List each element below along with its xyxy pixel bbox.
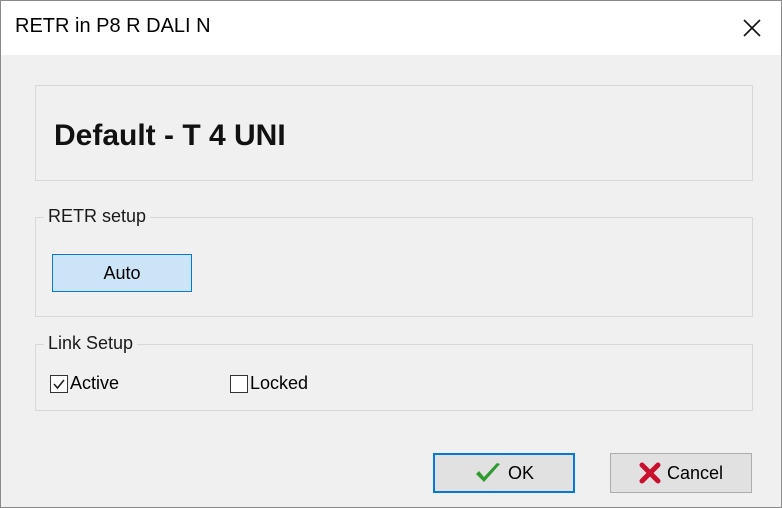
dialog-client-area: Default - T 4 UNI RETR setup Auto Link S… bbox=[1, 55, 781, 507]
cancel-button[interactable]: Cancel bbox=[610, 453, 752, 493]
retr-setup-legend: RETR setup bbox=[44, 206, 151, 227]
active-checkbox-box[interactable] bbox=[50, 374, 68, 393]
locked-checkbox-box[interactable] bbox=[230, 374, 248, 393]
link-setup-group: Link Setup Active Locked bbox=[35, 333, 753, 411]
checkmark-icon bbox=[474, 461, 502, 485]
dialog-window: RETR in P8 R DALI N Default - T 4 UNI RE… bbox=[0, 0, 782, 508]
window-title: RETR in P8 R DALI N bbox=[15, 15, 211, 37]
locked-checkbox[interactable]: Locked bbox=[230, 373, 308, 394]
auto-button[interactable]: Auto bbox=[52, 254, 192, 292]
link-setup-legend: Link Setup bbox=[44, 333, 138, 354]
cancel-label: Cancel bbox=[666, 462, 724, 483]
cross-icon bbox=[639, 462, 661, 484]
ok-button[interactable]: OK bbox=[433, 453, 575, 493]
checkmark-icon bbox=[53, 378, 65, 389]
retr-setup-group: RETR setup Auto bbox=[35, 206, 753, 317]
title-bar: RETR in P8 R DALI N bbox=[1, 1, 781, 55]
active-checkbox[interactable]: Active bbox=[50, 373, 119, 394]
header-panel: Default - T 4 UNI bbox=[35, 85, 753, 181]
active-label: Active bbox=[70, 373, 120, 393]
header-title: Default - T 4 UNI bbox=[54, 119, 286, 152]
ok-label: OK bbox=[507, 462, 534, 483]
close-icon bbox=[743, 19, 761, 37]
close-button[interactable] bbox=[723, 1, 781, 55]
locked-label: Locked bbox=[250, 373, 309, 393]
